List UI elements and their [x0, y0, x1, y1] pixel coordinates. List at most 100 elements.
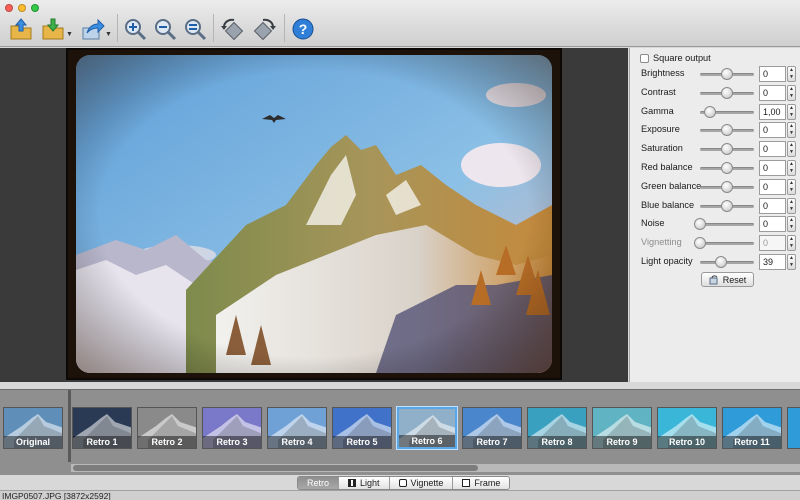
- stepper-up-icon[interactable]: ▲: [788, 255, 795, 262]
- red-balance-slider-thumb[interactable]: [721, 162, 733, 174]
- contrast-stepper[interactable]: ▲ ▼: [787, 84, 796, 101]
- red-balance-stepper[interactable]: ▲ ▼: [787, 160, 796, 176]
- save-dropdown-icon[interactable]: ▼: [66, 31, 73, 38]
- filter-thumb-retro-5[interactable]: Retro 5: [332, 407, 392, 449]
- stepper-up-icon[interactable]: ▲: [788, 86, 795, 93]
- gamma-value-field[interactable]: 1,00: [759, 103, 786, 120]
- toolbar-separator: [284, 14, 285, 42]
- exposure-stepper[interactable]: ▲ ▼: [787, 122, 796, 139]
- stepper-up-icon[interactable]: ▲: [788, 123, 795, 130]
- stepper-up-icon[interactable]: ▲: [788, 67, 795, 74]
- rotate-right-button[interactable]: [252, 16, 278, 42]
- reset-button[interactable]: Reset: [701, 272, 754, 287]
- stepper-down-icon[interactable]: ▼: [788, 130, 795, 137]
- saturation-value-field[interactable]: 0: [759, 141, 786, 158]
- tab-frame[interactable]: Frame: [453, 477, 510, 489]
- blue-balance-stepper[interactable]: ▲ ▼: [787, 197, 796, 214]
- zoom-fit-button[interactable]: [182, 16, 208, 42]
- stepper-up-icon[interactable]: ▲: [788, 142, 795, 149]
- filter-thumb-retro-9[interactable]: Retro 9: [592, 407, 652, 449]
- scrollbar-thumb[interactable]: [73, 465, 478, 471]
- open-button[interactable]: [8, 16, 34, 42]
- stepper-down-icon[interactable]: ▼: [788, 206, 795, 213]
- red-balance-value-field[interactable]: 0: [759, 160, 786, 176]
- share-button[interactable]: [80, 16, 106, 42]
- filter-thumb-partial[interactable]: [787, 407, 800, 449]
- brightness-stepper[interactable]: ▲ ▼: [787, 66, 796, 82]
- stepper-down-icon[interactable]: ▼: [788, 187, 795, 194]
- filter-thumb-retro-8[interactable]: Retro 8: [527, 407, 587, 449]
- zoom-out-button[interactable]: [152, 16, 178, 42]
- exposure-value-field[interactable]: 0: [759, 122, 786, 139]
- save-icon: [42, 18, 64, 40]
- stepper-up-icon[interactable]: ▲: [788, 105, 795, 112]
- brightness-value-field[interactable]: 0: [759, 66, 786, 82]
- stepper-down-icon[interactable]: ▼: [788, 93, 795, 100]
- contrast-slider-thumb[interactable]: [721, 86, 733, 99]
- saturation-stepper[interactable]: ▲ ▼: [787, 141, 796, 158]
- zoom-window-button[interactable]: [31, 4, 39, 12]
- saturation-slider-thumb[interactable]: [721, 143, 733, 156]
- stepper-down-icon[interactable]: ▼: [788, 112, 795, 119]
- noise-slider[interactable]: [700, 223, 754, 227]
- filter-thumb-retro-3[interactable]: Retro 3: [202, 407, 262, 449]
- vignette-icon: [398, 479, 407, 487]
- filter-thumb-original[interactable]: Original: [3, 407, 63, 449]
- save-button[interactable]: [40, 16, 66, 42]
- blue-balance-slider-thumb[interactable]: [721, 199, 733, 212]
- stepper-down-icon[interactable]: ▼: [788, 74, 795, 81]
- tab-vignette[interactable]: Vignette: [389, 477, 454, 489]
- stepper-down-icon[interactable]: ▼: [788, 224, 795, 231]
- green-balance-value-field[interactable]: 0: [759, 178, 786, 195]
- stepper-up-icon[interactable]: ▲: [788, 236, 795, 243]
- help-button[interactable]: ?: [290, 16, 316, 42]
- zoom-in-button[interactable]: [122, 16, 148, 42]
- filter-thumb-retro-4[interactable]: Retro 4: [267, 407, 327, 449]
- filter-label: Retro 8: [528, 436, 586, 448]
- share-dropdown-icon[interactable]: ▼: [105, 31, 112, 38]
- green-balance-slider-thumb[interactable]: [721, 180, 733, 193]
- gamma-stepper[interactable]: ▲ ▼: [787, 103, 796, 120]
- stepper-down-icon[interactable]: ▼: [788, 243, 795, 250]
- filter-thumb-retro-10[interactable]: Retro 10: [657, 407, 717, 449]
- stepper-up-icon[interactable]: ▲: [788, 180, 795, 187]
- image-canvas[interactable]: [0, 48, 628, 382]
- filter-thumb-retro-6[interactable]: Retro 6: [397, 407, 457, 449]
- stepper-down-icon[interactable]: ▼: [788, 149, 795, 156]
- green-balance-stepper[interactable]: ▲ ▼: [787, 178, 796, 195]
- stepper-up-icon[interactable]: ▲: [788, 161, 795, 168]
- filter-thumb-retro-11[interactable]: Retro 11: [722, 407, 782, 449]
- tab-light[interactable]: Light: [339, 477, 390, 489]
- filter-strip-scrollbar[interactable]: [71, 464, 800, 472]
- brightness-slider-thumb[interactable]: [721, 68, 733, 80]
- contrast-value-field[interactable]: 0: [759, 84, 786, 101]
- light-opacity-value-field[interactable]: 39: [759, 254, 786, 270]
- light-opacity-stepper[interactable]: ▲ ▼: [787, 254, 796, 270]
- exposure-slider-thumb[interactable]: [721, 124, 733, 137]
- setting-gamma: Gamma 1,00 ▲ ▼: [630, 103, 800, 122]
- gamma-slider-thumb[interactable]: [703, 105, 716, 118]
- blue-balance-value-field[interactable]: 0: [759, 197, 786, 214]
- rotate-left-button[interactable]: [219, 16, 245, 42]
- stepper-down-icon[interactable]: ▼: [788, 262, 795, 269]
- filter-thumb-retro-2[interactable]: Retro 2: [137, 407, 197, 449]
- filter-label: Retro 6: [399, 435, 455, 447]
- square-output-label: Square output: [653, 53, 711, 63]
- noise-slider-thumb[interactable]: [694, 218, 706, 231]
- gamma-label: Gamma: [641, 105, 674, 116]
- filter-thumb-retro-7[interactable]: Retro 7: [462, 407, 522, 449]
- frame-icon: [462, 479, 471, 487]
- square-output-checkbox[interactable]: [640, 53, 649, 63]
- noise-stepper[interactable]: ▲ ▼: [787, 216, 796, 233]
- stepper-up-icon[interactable]: ▲: [788, 199, 795, 206]
- square-output-option[interactable]: Square output: [640, 53, 711, 63]
- light-opacity-slider-thumb[interactable]: [715, 256, 728, 268]
- noise-value-field[interactable]: 0: [759, 216, 786, 233]
- photo-frame: [66, 48, 562, 380]
- filter-thumb-retro-1[interactable]: Retro 1: [72, 407, 132, 449]
- close-window-button[interactable]: [5, 4, 13, 12]
- minimize-window-button[interactable]: [18, 4, 26, 12]
- stepper-up-icon[interactable]: ▲: [788, 217, 795, 224]
- tab-retro[interactable]: Retro: [298, 477, 340, 489]
- stepper-down-icon[interactable]: ▼: [788, 168, 795, 175]
